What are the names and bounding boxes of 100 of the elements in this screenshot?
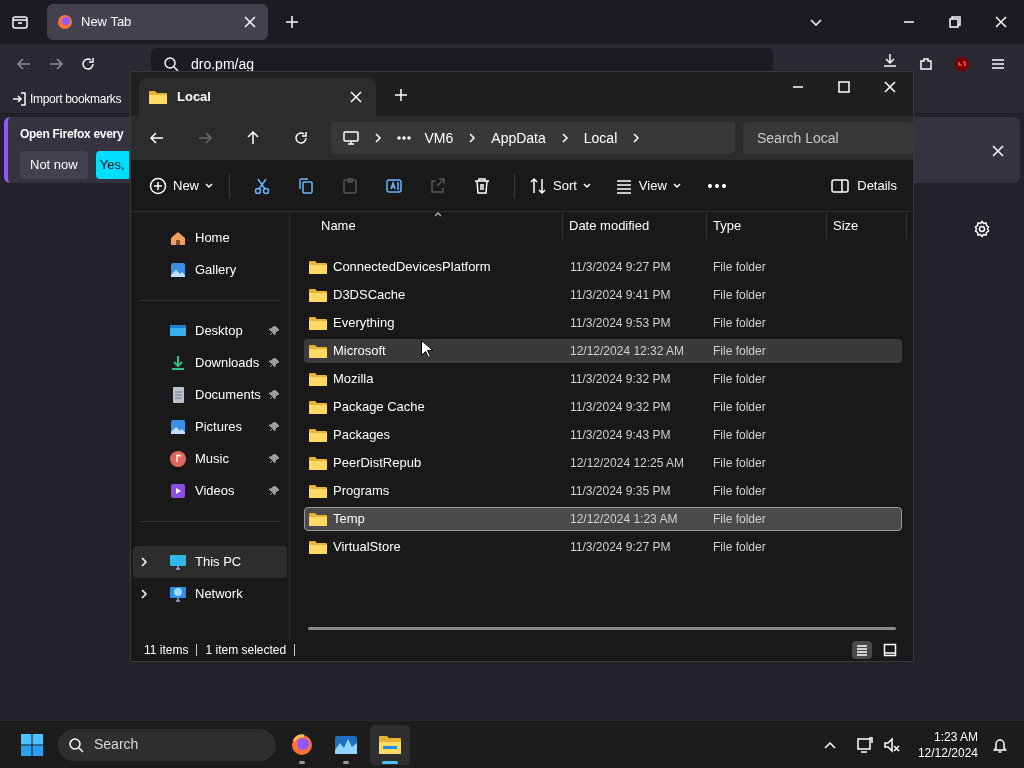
- breadcrumb-item[interactable]: AppData: [491, 127, 546, 149]
- sort-icon: [529, 177, 547, 195]
- sidebar-item[interactable]: Documents: [133, 379, 287, 411]
- download-icon: [169, 354, 187, 372]
- type-cell-text: File folder: [712, 511, 767, 528]
- horizontal-scrollbar[interactable]: [308, 627, 896, 630]
- sidebar-item[interactable]: Pictures: [133, 411, 287, 443]
- plus-circle-icon: [149, 177, 167, 195]
- file-name: VirtualStore: [333, 538, 401, 557]
- sidebar-item[interactable]: Videos: [133, 475, 287, 507]
- file-row[interactable]: Microsoft 12/12/2024 12:32 AM File folder: [304, 339, 902, 363]
- import-icon: [12, 91, 26, 106]
- search-icon: [68, 736, 84, 753]
- video-icon: [169, 482, 187, 500]
- column-header[interactable]: Type: [707, 213, 827, 239]
- file-row[interactable]: Package Cache 11/3/2024 9:32 PM File folder: [304, 395, 902, 419]
- breadcrumb-item[interactable]: VM6: [424, 127, 454, 149]
- taskbar-app-button[interactable]: [370, 724, 410, 765]
- chevron-right-icon: [559, 133, 570, 143]
- file-name: PeerDistRepub: [333, 454, 422, 473]
- browser-tab[interactable]: New Tab: [47, 4, 268, 40]
- date-cell-text: 11/3/2024 9:43 PM: [569, 427, 672, 444]
- file-row[interactable]: VirtualStore 11/3/2024 9:27 PM File folder: [304, 535, 902, 559]
- settings-icon[interactable]: [972, 219, 992, 239]
- sidebar-label: Gallery: [195, 261, 238, 280]
- explorer-tab[interactable]: Local: [139, 78, 376, 116]
- new-button[interactable]: New: [143, 170, 219, 202]
- mouse-cursor-icon: [421, 340, 433, 358]
- tab-title: New Tab: [81, 13, 133, 32]
- search-icon: [163, 56, 179, 72]
- date-cell-text: 11/3/2024 9:35 PM: [569, 483, 672, 500]
- sidebar-label: Downloads: [195, 354, 261, 373]
- folder-icon: [309, 316, 327, 330]
- date-cell-text: 11/3/2024 9:27 PM: [569, 539, 672, 556]
- notification-button[interactable]: Yes,: [95, 151, 129, 179]
- search-placeholder: Search: [94, 735, 139, 754]
- address-bar[interactable]: VM6 AppData Local: [330, 122, 735, 154]
- column-header[interactable]: Name: [304, 213, 563, 239]
- tab-title: Local: [177, 88, 212, 107]
- details-button[interactable]: Details: [827, 170, 901, 202]
- file-row[interactable]: Mozilla 11/3/2024 9:32 PM File folder: [304, 367, 902, 391]
- column-header[interactable]: Date modified: [563, 213, 707, 239]
- column-header[interactable]: Size: [827, 213, 907, 239]
- sidebar-label: Home: [195, 229, 231, 248]
- chevron-right-icon: [372, 133, 383, 143]
- file-name: D3DSCache: [333, 286, 406, 305]
- sidebar-item[interactable]: Music: [133, 443, 287, 475]
- caret-icon: [205, 183, 213, 189]
- folder-icon: [309, 484, 327, 498]
- sidebar-item[interactable]: Network: [133, 578, 287, 610]
- file-row[interactable]: Programs 11/3/2024 9:35 PM File folder: [304, 479, 902, 503]
- file-row[interactable]: PeerDistRepub 12/12/2024 12:25 AM File folder: [304, 451, 902, 475]
- date-cell-text: 11/3/2024 9:32 PM: [569, 371, 672, 388]
- sidebar-label: Pictures: [195, 418, 243, 437]
- taskbar-search-field[interactable]: Search: [58, 728, 276, 761]
- sort-button[interactable]: Sort: [525, 170, 595, 202]
- file-name: Package Cache: [333, 398, 425, 417]
- computer-icon: [342, 130, 359, 146]
- chevron-right-icon: [631, 133, 642, 143]
- list-icon: [614, 177, 633, 195]
- sidebar-item[interactable]: This PC: [133, 546, 287, 578]
- clock-date[interactable]: 12/12/2024: [917, 744, 978, 761]
- caret-icon: [672, 183, 681, 189]
- file-row[interactable]: D3DSCache 11/3/2024 9:41 PM File folder: [304, 283, 902, 307]
- sidebar-item[interactable]: Home: [133, 222, 287, 254]
- type-cell-text: File folder: [712, 287, 767, 304]
- close-icon[interactable]: [242, 14, 258, 30]
- bookmark-link[interactable]: Import bookmarks: [12, 89, 122, 108]
- url-text: dro.pm/ag: [191, 56, 255, 72]
- sidebar-item[interactable]: Downloads: [133, 347, 287, 379]
- chevron-right-icon[interactable]: [139, 557, 149, 567]
- file-name: Temp: [333, 510, 365, 529]
- type-cell-text: File folder: [712, 427, 767, 444]
- breadcrumb-item[interactable]: Local: [583, 127, 618, 149]
- chevron-right-icon[interactable]: [139, 589, 149, 599]
- type-cell-text: File folder: [712, 371, 767, 388]
- type-cell-text: File folder: [712, 343, 767, 360]
- date-cell-text: 12/12/2024 12:25 AM: [569, 455, 686, 472]
- file-row[interactable]: Everything 11/3/2024 9:53 PM File folder: [304, 311, 902, 335]
- gallery-icon: [169, 261, 187, 279]
- network-icon: [169, 585, 187, 603]
- search-field[interactable]: Search Local: [743, 122, 913, 154]
- file-row[interactable]: ConnectedDevicesPlatform 11/3/2024 9:27 PM File folder: [304, 255, 902, 279]
- view-button[interactable]: View: [610, 170, 685, 202]
- caret-icon: [582, 183, 591, 189]
- file-row[interactable]: Packages 11/3/2024 9:43 PM File folder: [304, 423, 902, 447]
- notification-button[interactable]: Not now: [20, 151, 88, 179]
- folder-icon: [309, 344, 327, 358]
- clock-time[interactable]: 1:23 AM: [933, 728, 978, 745]
- url-field[interactable]: dro.pm/ag: [151, 48, 773, 71]
- type-cell-text: File folder: [712, 455, 767, 472]
- sidebar-label: This PC: [195, 553, 243, 572]
- sidebar-item[interactable]: Desktop: [133, 315, 287, 347]
- file-row[interactable]: Temp 12/12/2024 1:23 AM File folder: [304, 507, 902, 531]
- details-view-icon[interactable]: [852, 641, 872, 659]
- sidebar-label: Desktop: [195, 322, 244, 341]
- windows-logo-icon: [20, 732, 44, 757]
- sidebar-item[interactable]: Gallery: [133, 254, 287, 286]
- file-name: Microsoft: [333, 342, 386, 361]
- file-name: Programs: [333, 482, 390, 501]
